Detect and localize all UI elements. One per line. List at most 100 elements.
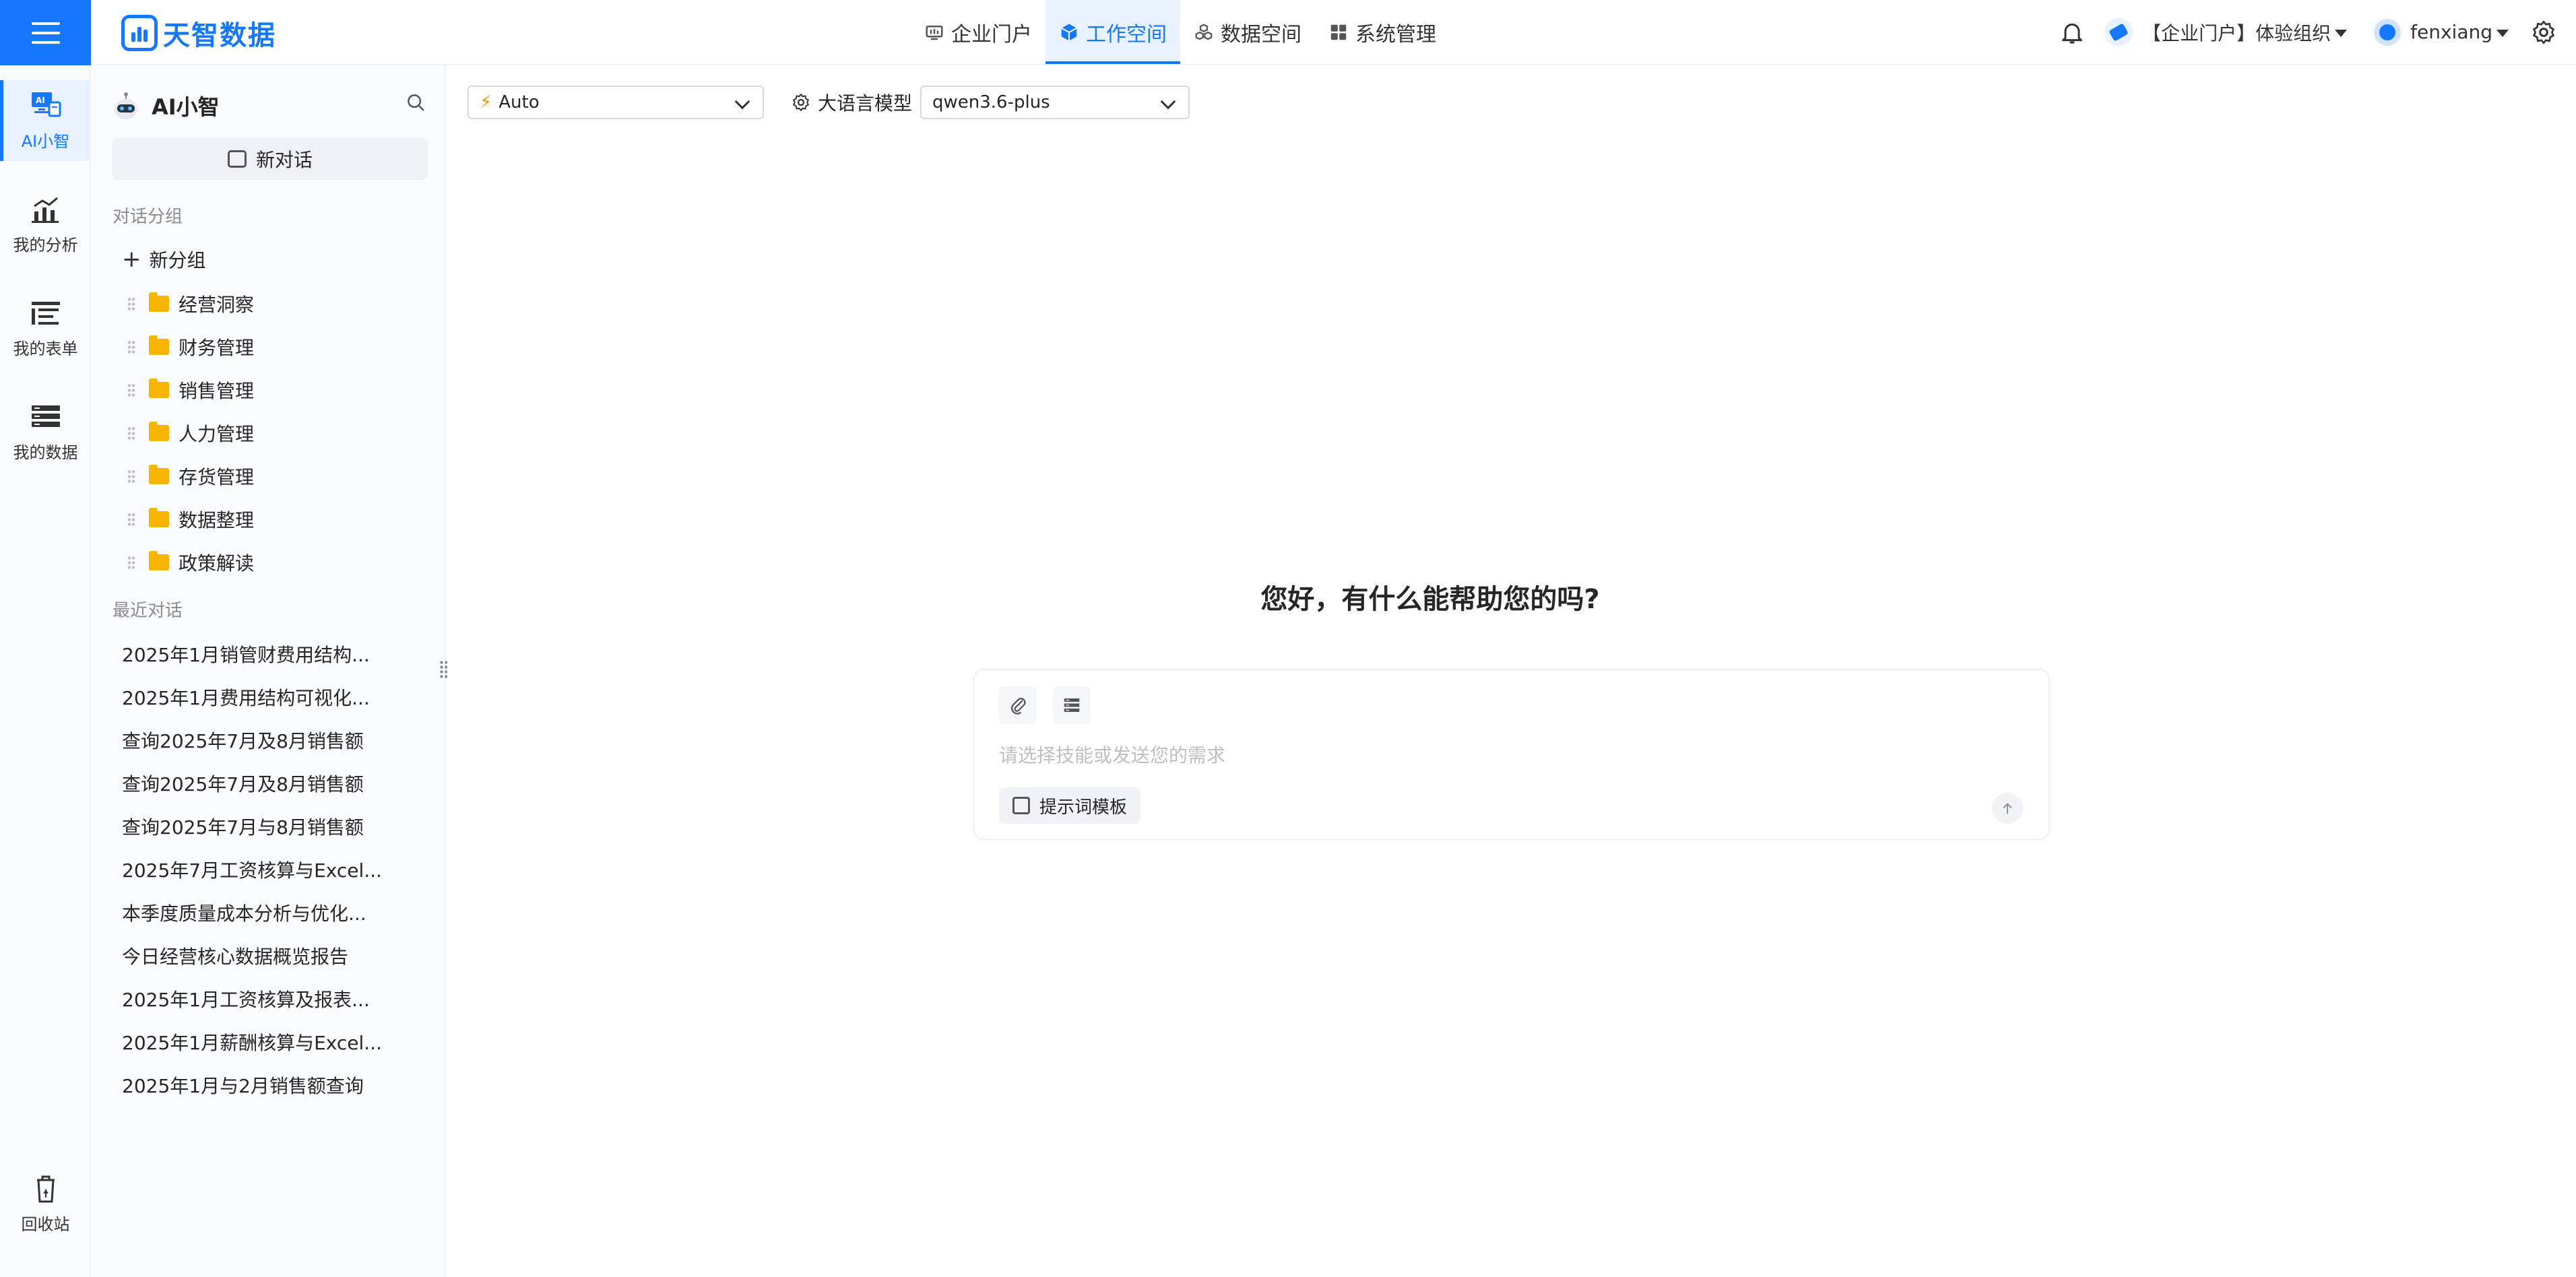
nav-item-label: 数据空间 xyxy=(1221,22,1301,46)
rail-item-data[interactable]: 我的数据 xyxy=(0,391,91,472)
sidebar-header: AI小智 xyxy=(112,86,220,126)
caret-down-icon[interactable] xyxy=(2335,29,2348,37)
gear-icon[interactable] xyxy=(2530,19,2557,46)
nav-item-portal[interactable]: 企业门户 xyxy=(911,0,1045,64)
rail-item-recycle[interactable]: 回收站 xyxy=(0,1163,91,1244)
recent-chat-item[interactable]: 本季度质量成本分析与优化... xyxy=(122,896,425,929)
drag-handle-icon[interactable] xyxy=(127,426,135,440)
group-label: 销售管理 xyxy=(179,380,255,402)
template-icon xyxy=(1012,797,1030,814)
new-chat-label: 新对话 xyxy=(255,149,313,171)
group-label: 存货管理 xyxy=(179,466,255,488)
plus-icon: + xyxy=(122,246,141,273)
send-button[interactable] xyxy=(1992,793,2023,824)
new-group-label: 新分组 xyxy=(149,249,206,271)
conversation-sidebar: AI小智 新对话 对话分组 + 新分组 经营洞察 财务管理 销售管理 人力管理 … xyxy=(92,65,446,1277)
group-item[interactable]: 销售管理 xyxy=(127,373,254,407)
folder-icon xyxy=(149,335,169,355)
group-item[interactable]: 财务管理 xyxy=(127,330,254,364)
avatar[interactable] xyxy=(2374,18,2402,46)
brand-logo[interactable]: 天智数据 xyxy=(121,15,276,51)
recent-chat-item[interactable]: 2025年1月与2月销售额查询 xyxy=(122,1068,425,1102)
attach-button[interactable] xyxy=(999,686,1037,724)
group-item[interactable]: 人力管理 xyxy=(127,416,254,450)
paperclip-icon xyxy=(1011,698,1026,715)
mode-select-value: Auto xyxy=(498,92,540,112)
nav-item-system[interactable]: 系统管理 xyxy=(1315,0,1450,64)
rail-item-label: 我的数据 xyxy=(13,443,78,462)
table-skill-button[interactable] xyxy=(1053,686,1091,724)
chevron-down-icon xyxy=(1160,94,1176,110)
group-label: 政策解读 xyxy=(179,552,255,575)
group-label: 数据整理 xyxy=(179,509,255,531)
drag-handle-icon[interactable] xyxy=(127,513,135,526)
recent-chat-item[interactable]: 2025年1月工资核算及报表... xyxy=(122,982,425,1016)
nav-item-dataspace[interactable]: 数据空间 xyxy=(1180,0,1315,64)
chart-icon xyxy=(31,197,59,223)
recycle-bin-icon xyxy=(36,1175,55,1202)
section-label-recent: 最近对话 xyxy=(112,601,183,621)
group-label: 财务管理 xyxy=(179,337,255,359)
rail-item-label: AI小智 xyxy=(21,131,70,151)
chat-input[interactable] xyxy=(999,740,2009,770)
grid-icon xyxy=(1330,24,1347,40)
new-chat-icon xyxy=(227,150,247,168)
recent-chat-item[interactable]: 今日经营核心数据概览报告 xyxy=(122,939,425,973)
recent-chat-item[interactable]: 查询2025年7月与8月销售额 xyxy=(122,810,425,843)
group-item[interactable]: 存货管理 xyxy=(127,459,254,493)
group-label: 人力管理 xyxy=(179,423,255,445)
brand-name: 天智数据 xyxy=(163,20,276,51)
nav-item-workspace[interactable]: 工作空间 xyxy=(1045,0,1180,64)
menu-toggle-button[interactable] xyxy=(0,0,91,65)
drag-handle-icon[interactable] xyxy=(127,297,135,310)
recent-chat-item[interactable]: 查询2025年7月及8月销售额 xyxy=(122,766,425,800)
cubes-icon xyxy=(1195,23,1213,40)
prompt-template-button[interactable]: 提示词模板 xyxy=(999,787,1141,824)
rail-item-analysis[interactable]: 我的分析 xyxy=(0,184,91,265)
new-group-button[interactable]: + 新分组 xyxy=(122,246,206,273)
llm-label-text: 大语言模型 xyxy=(818,92,913,114)
rail-item-label: 我的表单 xyxy=(13,339,78,358)
rail-item-ai[interactable]: AI AI小智 xyxy=(0,80,91,161)
rail-item-label: 我的分析 xyxy=(13,235,78,255)
folder-icon xyxy=(149,292,169,312)
header-actions: 【企业门户】体验组织 fenxiang xyxy=(2059,0,2576,64)
caret-down-icon[interactable] xyxy=(2497,29,2509,37)
prompt-template-label: 提示词模板 xyxy=(1039,797,1128,818)
folder-icon xyxy=(149,422,169,441)
recent-chat-item[interactable]: 查询2025年7月及8月销售额 xyxy=(122,723,425,757)
hamburger-icon xyxy=(31,22,60,44)
folder-icon xyxy=(149,508,169,527)
llm-label: 大语言模型 xyxy=(791,86,912,119)
group-item[interactable]: 经营洞察 xyxy=(127,287,254,321)
mode-select[interactable]: ⚡ Auto xyxy=(468,86,764,119)
new-chat-button[interactable]: 新对话 xyxy=(112,138,428,180)
org-switcher[interactable]: 【企业门户】体验组织 xyxy=(2142,19,2331,46)
logo-icon xyxy=(121,15,158,51)
group-item[interactable]: 数据整理 xyxy=(127,502,254,536)
recent-chat-item[interactable]: 2025年1月销管财费用结构... xyxy=(122,637,425,671)
nav-item-label: 系统管理 xyxy=(1355,22,1436,46)
group-item[interactable]: 政策解读 xyxy=(127,546,254,579)
chat-main: ⚡ Auto 大语言模型 qwen3.6-plus 您好，有什么能帮助您的吗? … xyxy=(447,65,2576,1277)
lightning-icon: ⚡ xyxy=(480,92,492,112)
drag-handle-icon[interactable] xyxy=(127,383,135,397)
chat-composer: 提示词模板 xyxy=(973,669,2050,840)
recent-chat-item[interactable]: 2025年7月工资核算与Excel... xyxy=(122,853,425,886)
folder-icon xyxy=(149,465,169,484)
search-icon[interactable] xyxy=(406,92,426,112)
drag-handle-icon[interactable] xyxy=(127,340,135,354)
form-icon xyxy=(31,301,60,325)
recent-chat-item[interactable]: 2025年1月费用结构可视化... xyxy=(122,680,425,714)
gear-icon xyxy=(793,94,809,111)
drag-handle-icon[interactable] xyxy=(127,556,135,569)
organization-icon xyxy=(2104,18,2133,46)
user-menu[interactable]: fenxiang xyxy=(2410,21,2492,43)
folder-icon xyxy=(149,379,169,398)
drag-handle-icon[interactable] xyxy=(127,469,135,483)
recent-chat-item[interactable]: 2025年1月薪酬核算与Excel... xyxy=(122,1025,425,1059)
bell-icon[interactable] xyxy=(2059,19,2086,46)
rail-item-forms[interactable]: 我的表单 xyxy=(0,288,91,368)
llm-select[interactable]: qwen3.6-plus xyxy=(920,86,1190,119)
arrow-up-icon xyxy=(2003,803,2012,814)
